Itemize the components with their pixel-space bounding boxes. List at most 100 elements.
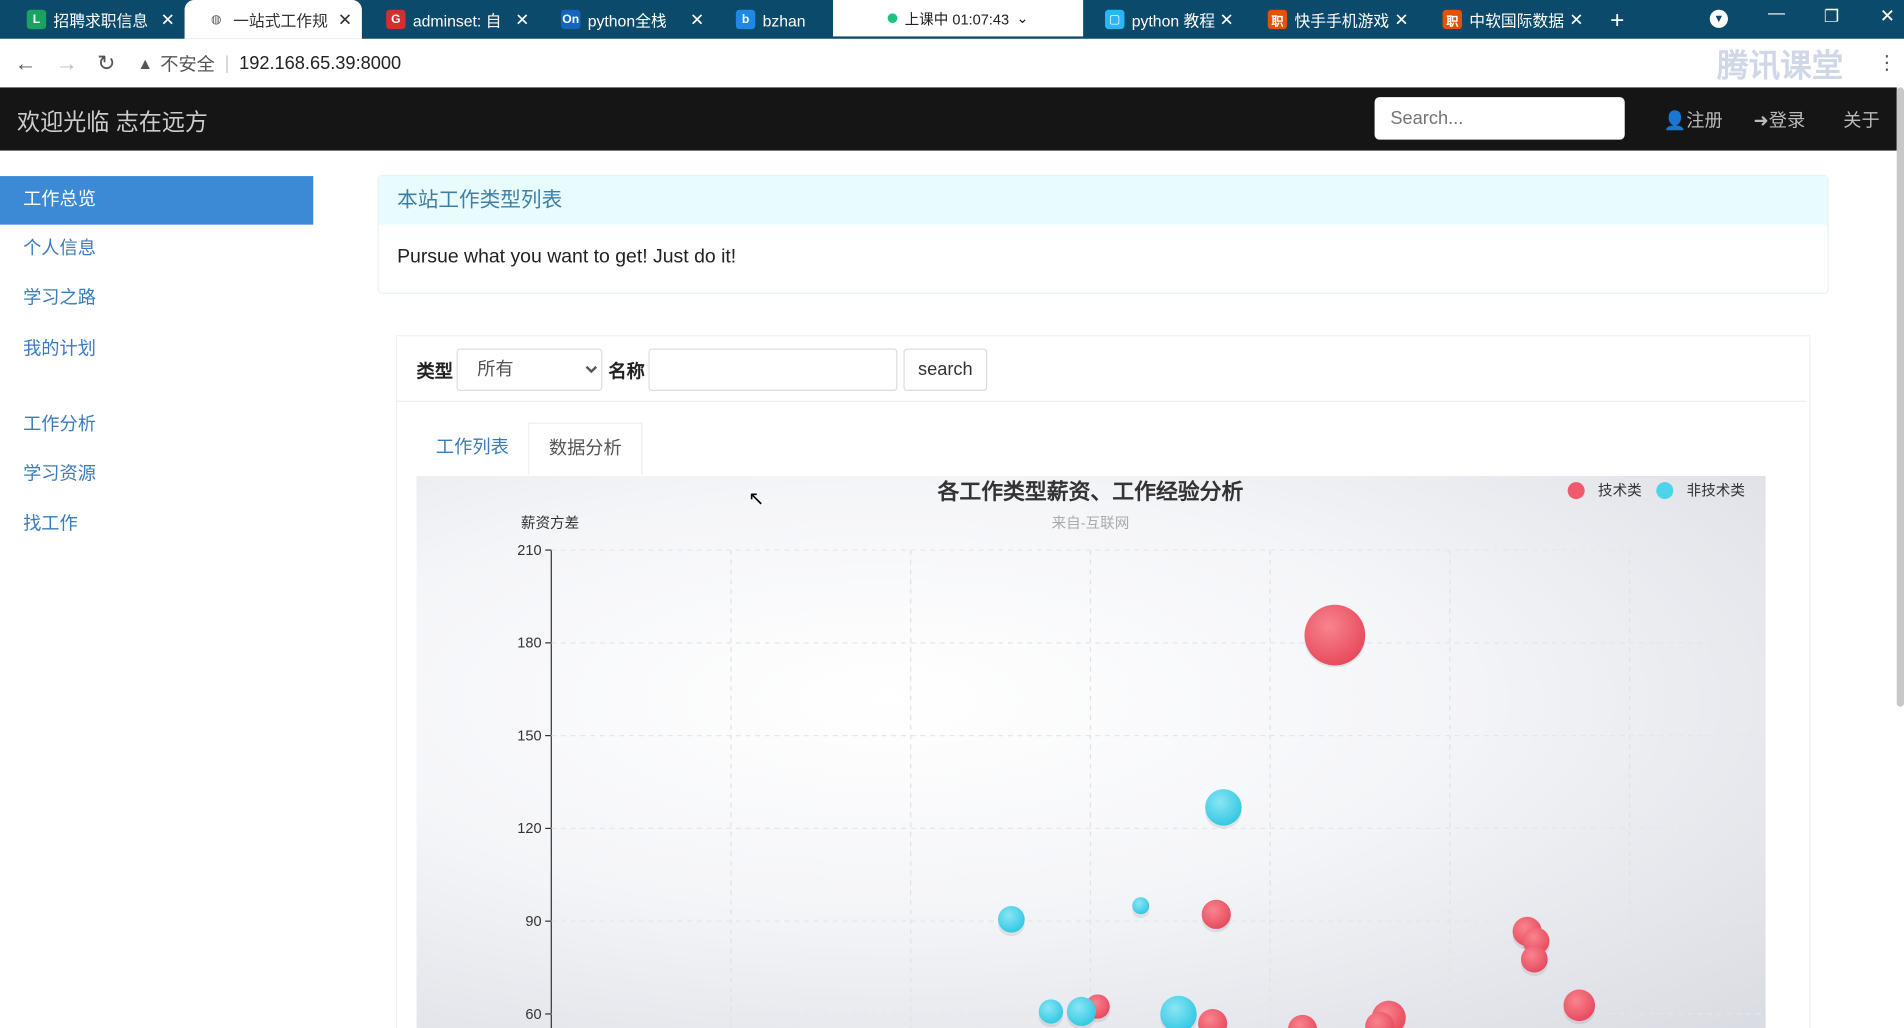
panel-text: Pursue what you want to get! Just do it! <box>397 246 737 268</box>
close-tab-icon[interactable]: ✕ <box>1569 9 1583 30</box>
legend-label: 非技术类 <box>1687 482 1746 499</box>
bubble-tech <box>1520 945 1548 973</box>
tab-favicon-icon: b <box>735 9 756 30</box>
y-tick-label: 60 <box>525 1007 541 1023</box>
browser-tab[interactable]: b bzhan - 国 <box>714 0 833 39</box>
watermark-logo: 腾讯课堂 <box>1717 46 1844 84</box>
bubble-chart: 各工作类型薪资、工作经验分析 来自-互联网 薪资方差 技术类 非技术类 60 90 1… <box>416 476 1766 1028</box>
browser-tab[interactable]: 职中软国际数据 ✕ <box>1421 0 1593 39</box>
search-input[interactable] <box>1374 97 1625 140</box>
sidebar-item-profile[interactable]: 个人信息 <box>0 225 313 274</box>
tab-title: 一站式工作规 <box>233 11 328 30</box>
sidebar-item-find-job[interactable]: 找工作 <box>0 500 313 549</box>
y-tick-label: 150 <box>517 728 541 744</box>
bubble-tech <box>1563 989 1596 1022</box>
bubble-tech <box>1198 1008 1228 1028</box>
browser-tab[interactable]: Gadminset: 自 ✕ <box>364 0 539 39</box>
y-tick-label: 120 <box>517 821 541 837</box>
recording-indicator[interactable]: 上课中 01:07:43 ⌄ <box>833 0 1084 37</box>
login-icon: ➜ <box>1753 110 1769 132</box>
bubble-nontech <box>1205 789 1242 826</box>
tab-title: 中软国际数据 <box>1469 11 1565 30</box>
y-axis-label: 薪资方差 <box>521 515 579 532</box>
tab-title: bzhan - 国 <box>762 11 809 30</box>
recording-time: 上课中 01:07:43 <box>904 10 1010 28</box>
minimize-button[interactable]: — <box>1768 2 1785 21</box>
sidebar-item-learning-path[interactable]: 学习之路 <box>0 274 313 323</box>
close-window-button[interactable]: ✕ <box>1880 5 1895 27</box>
bubble-nontech <box>1132 897 1150 915</box>
y-tick-label: 180 <box>517 636 541 652</box>
register-label: 注册 <box>1686 110 1723 132</box>
type-label: 类型 <box>416 361 453 383</box>
bubble-tech <box>1304 604 1366 666</box>
browser-tab[interactable]: ▢ python 教程 ✕ <box>1083 0 1243 39</box>
insecure-label[interactable]: 不安全 <box>160 50 215 76</box>
close-tab-icon[interactable]: ✕ <box>1394 9 1408 30</box>
bubble-nontech <box>1160 995 1197 1028</box>
tab-favicon-icon: 职 <box>1267 9 1288 30</box>
chevron-down-icon: ⌄ <box>1016 9 1029 27</box>
tab-data-analysis[interactable]: 数据分析 <box>528 422 643 475</box>
tab-favicon-icon: G <box>386 9 406 30</box>
forward-icon[interactable]: → <box>56 50 78 76</box>
sidebar-item-job-analysis[interactable]: 工作分析 <box>0 401 313 450</box>
login-label: 登录 <box>1768 110 1806 132</box>
tab-favicon-icon: ◍ <box>210 12 222 27</box>
close-tab-icon[interactable]: ✕ <box>338 9 352 30</box>
bubble-nontech <box>1038 999 1064 1024</box>
close-tab-icon[interactable]: ✕ <box>1219 9 1233 30</box>
y-tick-label: 90 <box>525 914 541 930</box>
close-tab-icon[interactable]: ✕ <box>515 9 529 30</box>
y-tick-label: 210 <box>517 543 541 559</box>
type-select[interactable]: 所有 <box>456 348 603 392</box>
legend-marker <box>1656 482 1674 500</box>
bubble-tech <box>1201 899 1231 929</box>
panel-title: 本站工作类型列表 <box>378 176 1828 225</box>
login-link[interactable]: ➜登录 <box>1753 107 1805 133</box>
warning-icon[interactable]: ▲ <box>137 54 153 72</box>
tab-search-icon[interactable]: ▼ <box>1709 9 1728 28</box>
browser-tab[interactable]: 职快手手机游戏 ✕ <box>1246 0 1418 39</box>
about-link[interactable]: 关于 <box>1843 107 1879 133</box>
tab-favicon-icon: On <box>561 9 581 30</box>
sidebar-item-resources[interactable]: 学习资源 <box>0 451 313 500</box>
tab-favicon-icon: L <box>26 9 47 30</box>
tab-title: python 教程 <box>1131 11 1216 30</box>
url-field[interactable]: 192.168.65.39:8000 <box>239 53 401 74</box>
chart-subtitle: 来自-互联网 <box>1052 515 1130 532</box>
legend-label: 技术类 <box>1598 482 1642 499</box>
tab-title: 招聘求职信息 <box>53 11 149 30</box>
restore-button[interactable]: ❐ <box>1824 6 1839 27</box>
close-tab-icon[interactable]: ✕ <box>690 9 704 30</box>
tab-favicon-icon: ▢ <box>1105 9 1125 30</box>
menu-icon[interactable]: ⋮ <box>1877 51 1896 75</box>
browser-tab[interactable]: L 招聘求职信息 ✕ <box>5 0 185 39</box>
close-tab-icon[interactable]: ✕ <box>161 9 175 30</box>
page-scrollbar[interactable] <box>1896 87 1904 707</box>
tab-title: adminset: 自 <box>412 11 502 30</box>
sidebar-item-plan[interactable]: 我的计划 <box>0 325 313 374</box>
tab-job-list[interactable]: 工作列表 <box>417 423 529 474</box>
register-link[interactable]: 👤注册 <box>1664 107 1723 133</box>
new-tab-button[interactable]: + <box>1610 7 1624 35</box>
chart-title: 各工作类型薪资、工作经验分析 <box>937 479 1244 504</box>
search-button[interactable]: search <box>903 348 988 392</box>
info-panel: 本站工作类型列表 Pursue what you want to get! Ju… <box>377 174 1829 294</box>
browser-tab[interactable]: On python全栈 ✕ <box>539 0 714 39</box>
bubble-nontech <box>998 905 1025 933</box>
back-icon[interactable]: ← <box>15 50 37 76</box>
tab-favicon-icon: 职 <box>1442 9 1463 30</box>
legend-marker <box>1567 482 1585 500</box>
mouse-cursor-icon: ↖ <box>748 489 765 511</box>
user-icon: 👤 <box>1663 110 1687 132</box>
address-bar: ← → ↻ ▲ 不安全 | 192.168.65.39:8000 腾讯课堂 ⋮ <box>0 38 1904 88</box>
name-label: 名称 <box>608 361 645 383</box>
name-input[interactable] <box>648 348 898 392</box>
bubble-nontech <box>1066 996 1097 1027</box>
recording-dot-icon <box>887 13 898 24</box>
reload-icon[interactable]: ↻ <box>97 50 115 76</box>
site-brand[interactable]: 欢迎光临 志在远方 <box>17 104 208 137</box>
sidebar-item-overview[interactable]: 工作总览 <box>0 176 314 225</box>
browser-tab[interactable]: ◍ 一站式工作规 ✕ <box>184 0 362 39</box>
